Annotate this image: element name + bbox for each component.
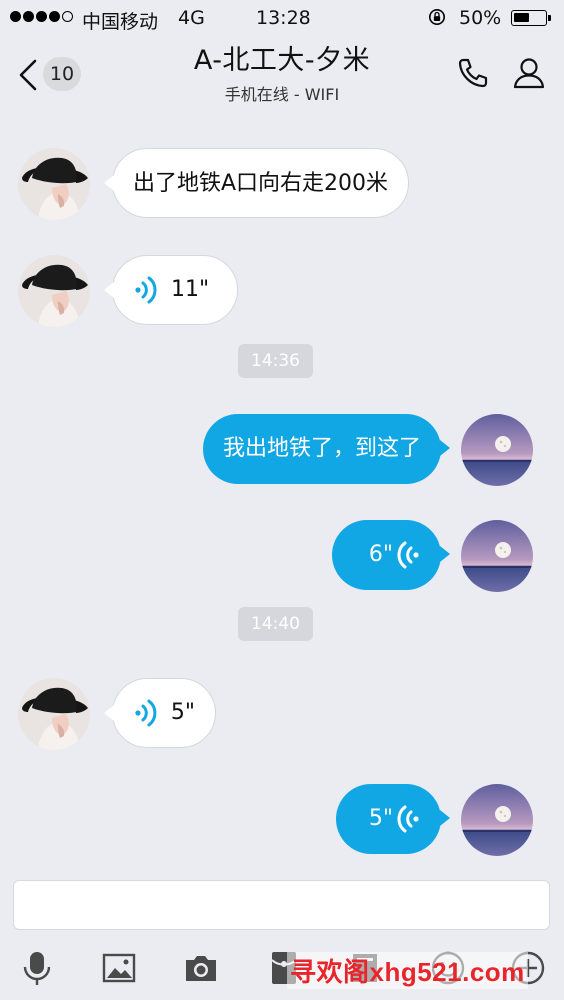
watermark-text: 寻欢阁xhg521.com (287, 952, 528, 989)
status-bar: 中国移动 4G 13:28 50% (0, 0, 564, 36)
battery-percent: 50% (459, 7, 502, 29)
camera-icon[interactable] (181, 948, 221, 988)
microphone-icon[interactable] (17, 948, 57, 988)
message-bubble-outgoing[interactable]: 我出地铁了，到这了 (202, 414, 451, 484)
voice-duration: 5" (170, 700, 195, 725)
message-input[interactable] (13, 880, 550, 930)
voice-wave-icon (135, 276, 157, 304)
contact-profile-icon[interactable] (512, 56, 546, 90)
clock: 13:28 (256, 7, 311, 29)
voice-message-outgoing[interactable]: 5" (336, 784, 450, 854)
contact-avatar[interactable] (18, 678, 90, 750)
voice-duration: 6" (368, 542, 393, 567)
my-avatar[interactable] (461, 784, 533, 856)
my-avatar[interactable] (461, 520, 533, 592)
battery-icon (511, 10, 551, 26)
voice-message-incoming[interactable]: 11" (104, 255, 238, 325)
image-icon[interactable] (99, 948, 139, 988)
voice-duration: 11" (171, 277, 210, 302)
voice-wave-icon (397, 805, 419, 833)
message-text: 我出地铁了，到这了 (222, 436, 421, 461)
voice-wave-icon (397, 541, 419, 569)
my-avatar[interactable] (461, 414, 533, 486)
contact-avatar[interactable] (18, 255, 90, 327)
time-divider: 14:36 (238, 344, 313, 378)
voice-duration: 5" (368, 806, 393, 831)
chat-header: 10 A-北工大-夕米 手机在线 - WIFI (0, 36, 564, 112)
voice-wave-icon (135, 699, 157, 727)
message-text: 出了地铁A口向右走200米 (133, 171, 389, 196)
rotation-lock-icon (428, 8, 446, 26)
time-divider: 14:40 (238, 607, 313, 641)
contact-avatar[interactable] (18, 148, 90, 220)
message-bubble-incoming[interactable]: 出了地铁A口向右走200米 (103, 148, 410, 218)
carrier-name: 中国移动 (82, 11, 159, 33)
phone-call-icon[interactable] (456, 56, 490, 90)
voice-message-incoming[interactable]: 5" (104, 678, 216, 748)
signal-strength-icon (10, 11, 73, 22)
voice-message-outgoing[interactable]: 6" (332, 520, 450, 590)
network-type: 4G (178, 7, 205, 29)
